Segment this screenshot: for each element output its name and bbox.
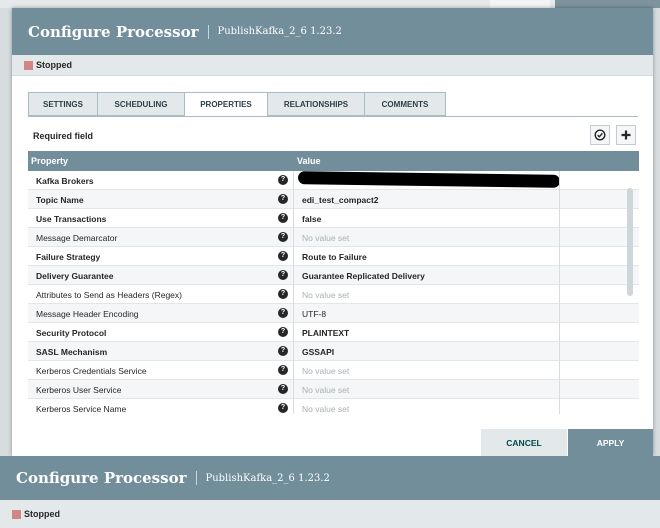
verify-button[interactable] — [590, 125, 610, 145]
check-circle-icon — [594, 129, 606, 141]
configure-processor-dialog: Configure Processor PublishKafka_2_6 1.2… — [12, 8, 653, 456]
property-value[interactable]: UTF-8 — [302, 309, 326, 319]
question-circle-icon[interactable]: ? — [278, 251, 288, 261]
property-value[interactable]: No value set — [302, 404, 349, 414]
tab-comments[interactable]: COMMENTS — [364, 92, 446, 116]
plus-icon — [621, 130, 631, 140]
tab-properties[interactable]: PROPERTIES — [184, 92, 268, 117]
top-strip — [0, 0, 660, 8]
property-value[interactable]: No value set — [302, 290, 349, 300]
properties-table: Property Value Kafka Brokers ? Topic Nam… — [28, 151, 639, 414]
stopped-icon — [12, 509, 21, 519]
property-name: Failure Strategy — [36, 252, 101, 262]
column-header-value: Value — [297, 156, 321, 166]
tab-relationships[interactable]: RELATIONSHIPS — [267, 92, 365, 116]
top-strip-segment-dark — [555, 0, 660, 8]
tab-underline — [28, 116, 638, 117]
question-circle-icon[interactable]: ? — [278, 289, 288, 299]
table-row[interactable]: Attributes to Send as Headers (Regex) ? … — [28, 285, 639, 304]
property-value[interactable]: Guarantee Replicated Delivery — [302, 271, 425, 281]
required-field-label: Required field — [33, 131, 94, 141]
table-row[interactable]: Kerberos User Service ? No value set — [28, 380, 639, 399]
property-value[interactable]: No value set — [302, 233, 349, 243]
cancel-button[interactable]: CANCEL — [481, 429, 567, 456]
property-name: Kafka Brokers — [36, 176, 94, 186]
property-name: SASL Mechanism — [36, 347, 108, 357]
property-name: Attributes to Send as Headers (Regex) — [36, 290, 182, 300]
top-strip-segment — [490, 0, 550, 8]
property-name: Message Header Encoding — [36, 309, 139, 319]
table-row[interactable]: Message Demarcator ? No value set — [28, 228, 639, 247]
property-name: Kerberos User Service — [36, 385, 122, 395]
table-row[interactable]: Kerberos Credentials Service ? No value … — [28, 361, 639, 380]
property-name: Topic Name — [36, 195, 84, 205]
table-row[interactable]: Failure Strategy ? Route to Failure — [28, 247, 639, 266]
question-circle-icon[interactable]: ? — [278, 308, 288, 318]
property-value[interactable]: PLAINTEXT — [302, 328, 349, 338]
table-header: Property Value — [28, 151, 639, 171]
add-property-button[interactable] — [616, 125, 636, 145]
property-value[interactable]: Route to Failure — [302, 252, 367, 262]
column-header-property: Property — [31, 156, 69, 166]
table-row[interactable]: Security Protocol ? PLAINTEXT — [28, 323, 639, 342]
question-circle-icon[interactable]: ? — [278, 213, 288, 223]
question-circle-icon[interactable]: ? — [278, 270, 288, 280]
title-separator — [208, 24, 210, 39]
property-value[interactable]: No value set — [302, 366, 349, 376]
background-status-text: Stopped — [24, 509, 60, 519]
property-value[interactable]: edi_test_compact2 — [302, 195, 379, 205]
property-name: Delivery Guarantee — [36, 271, 114, 281]
table-row[interactable]: Use Transactions ? false — [28, 209, 639, 228]
property-name: Kerberos Service Name — [36, 404, 127, 414]
property-name: Security Protocol — [36, 328, 107, 338]
property-value[interactable]: false — [302, 214, 321, 224]
property-name: Use Transactions — [36, 214, 107, 224]
table-row[interactable]: Message Header Encoding ? UTF-8 — [28, 304, 639, 323]
redacted-value — [297, 171, 561, 188]
tab-bar: SETTINGS SCHEDULING PROPERTIES RELATIONS… — [28, 92, 446, 117]
question-circle-icon[interactable]: ? — [278, 384, 288, 394]
status-bar: Stopped — [12, 55, 653, 76]
table-row[interactable]: SASL Mechanism ? GSSAPI — [28, 342, 639, 361]
table-row[interactable]: Kerberos Service Name ? No value set — [28, 399, 639, 414]
question-circle-icon[interactable]: ? — [278, 232, 288, 242]
tab-settings[interactable]: SETTINGS — [28, 92, 98, 116]
property-value[interactable]: GSSAPI — [302, 347, 334, 357]
question-circle-icon[interactable]: ? — [278, 194, 288, 204]
dialog-header: Configure Processor PublishKafka_2_6 1.2… — [12, 8, 653, 55]
question-circle-icon[interactable]: ? — [278, 346, 288, 356]
title-separator — [196, 471, 198, 485]
table-row[interactable]: Delivery Guarantee ? Guarantee Replicate… — [28, 266, 639, 285]
property-name: Message Demarcator — [36, 233, 118, 243]
background-subtitle: PublishKafka_2_6 1.23.2 — [205, 472, 330, 484]
background-dialog-header: Configure Processor PublishKafka_2_6 1.2… — [0, 456, 660, 500]
apply-button[interactable]: APPLY — [568, 429, 653, 456]
button-bar: CANCEL APPLY — [12, 429, 653, 456]
table-row[interactable]: Kafka Brokers ? — [28, 171, 639, 190]
property-value[interactable]: No value set — [302, 385, 349, 395]
property-name: Kerberos Credentials Service — [36, 366, 147, 376]
background-title: Configure Processor — [16, 469, 187, 487]
background-status-bar: Stopped — [0, 500, 660, 528]
tab-scheduling[interactable]: SCHEDULING — [97, 92, 185, 116]
question-circle-icon[interactable]: ? — [278, 327, 288, 337]
status-text: Stopped — [36, 60, 72, 70]
table-row[interactable]: Topic Name ? edi_test_compact2 — [28, 190, 639, 209]
dialog-title: Configure Processor — [28, 22, 199, 41]
question-circle-icon[interactable]: ? — [278, 403, 288, 413]
question-circle-icon[interactable]: ? — [278, 365, 288, 375]
table-scrollbar-thumb[interactable] — [627, 188, 633, 296]
dialog-subtitle: PublishKafka_2_6 1.23.2 — [217, 26, 342, 37]
question-circle-icon[interactable]: ? — [278, 175, 288, 185]
stopped-icon — [24, 60, 33, 70]
